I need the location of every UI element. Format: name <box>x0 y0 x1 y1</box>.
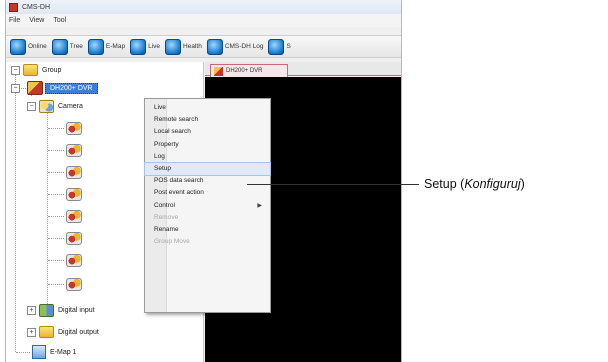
tree-node-camera[interactable] <box>66 142 82 158</box>
menu-item-log[interactable]: Log <box>145 151 270 163</box>
expand-digital-input-toggle[interactable]: + <box>27 306 36 315</box>
tree-branch <box>48 128 64 129</box>
camera-icon <box>66 187 82 201</box>
callout-leader-line <box>247 184 407 185</box>
menu-item-pos-data-search[interactable]: POS data search <box>145 175 270 187</box>
log-icon <box>206 38 223 55</box>
menu-item-group-move: Group Move <box>154 238 190 246</box>
tree-node-camera[interactable] <box>66 120 82 136</box>
tree-node-dvr-label: DH200+ DVR <box>45 82 98 94</box>
callout-leader-tick <box>407 184 419 185</box>
camera-icon <box>66 121 82 135</box>
emap-icon <box>87 38 104 55</box>
tree-node-digital-output[interactable]: Digital output <box>39 324 99 340</box>
tree-branch <box>48 260 64 261</box>
tree-node-camera[interactable] <box>66 208 82 224</box>
menu-item-local-search[interactable]: Local search <box>145 126 270 138</box>
expand-digital-output-toggle[interactable]: + <box>27 328 36 337</box>
tree-node-group[interactable]: Group <box>23 62 61 78</box>
tree-branch <box>48 284 64 285</box>
camera-group-icon <box>39 99 54 113</box>
camera-icon <box>66 253 82 267</box>
dvr-icon <box>214 66 223 76</box>
view-tab-bar: DH200+ DVR <box>205 62 401 77</box>
tree-branch <box>48 150 64 151</box>
title-bar: CMS-DH <box>6 0 401 14</box>
camera-icon <box>66 277 82 291</box>
menu-item-control-label: Control <box>154 201 175 209</box>
menu-item-rename[interactable]: Rename <box>145 224 270 236</box>
health-button[interactable]: Health <box>165 38 202 56</box>
window-title: CMS-DH <box>22 3 50 11</box>
emap-button[interactable]: E-Map <box>87 38 125 56</box>
health-icon <box>165 38 182 55</box>
tree-node-camera[interactable] <box>66 252 82 268</box>
folder-icon <box>23 64 38 76</box>
live-icon <box>130 38 147 55</box>
live-button[interactable]: Live <box>130 38 160 56</box>
menu-item-setup[interactable]: Setup <box>144 161 271 177</box>
search-icon <box>268 38 285 55</box>
submenu-arrow-icon: ▶ <box>257 202 262 209</box>
camera-icon <box>66 231 82 245</box>
digital-output-icon <box>39 326 54 338</box>
tree-node-emap[interactable]: E-Map 1 <box>32 344 76 360</box>
tree-node-camera[interactable] <box>66 164 82 180</box>
expand-cameras-toggle[interactable]: − <box>27 102 36 111</box>
tree-icon <box>51 38 68 55</box>
tree-node-digital-input[interactable]: Digital input <box>39 302 95 318</box>
digital-input-icon <box>39 303 54 317</box>
tree-branch <box>48 194 64 195</box>
menu-item-live[interactable]: Live <box>145 102 270 114</box>
tree-guide-root <box>15 70 16 352</box>
tree-branch <box>48 216 64 217</box>
menu-file[interactable]: File <box>9 17 20 24</box>
dvr-icon <box>27 81 43 95</box>
menu-item-post-event-action[interactable]: Post event action <box>145 187 270 199</box>
context-menu: Live Remote search Local search Property… <box>144 98 271 313</box>
toolbar: Online Tree E-Map Live Health CMS-DH Log… <box>6 35 401 58</box>
menu-tool[interactable]: Tool <box>53 17 66 24</box>
online-icon <box>10 38 26 55</box>
expand-dvr-toggle[interactable]: − <box>11 84 20 93</box>
menu-item-remote-search[interactable]: Remote search <box>145 114 270 126</box>
tree-node-camera[interactable] <box>66 230 82 246</box>
tree-node-camera[interactable] <box>66 276 82 292</box>
expand-root-toggle[interactable]: − <box>11 66 20 75</box>
tree-branch <box>16 352 30 353</box>
search-button[interactable]: S <box>268 38 291 56</box>
menu-bar: File View Tool <box>6 14 401 27</box>
tab-dvr[interactable]: DH200+ DVR <box>210 64 288 77</box>
tree-guide-cameras <box>47 106 48 306</box>
log-button[interactable]: CMS-DH Log <box>206 38 263 56</box>
camera-icon <box>66 143 82 157</box>
callout-label: Setup (Konfiguruj) <box>424 177 525 191</box>
app-logo-icon <box>9 2 18 12</box>
tree-branch <box>48 172 64 173</box>
menu-item-property[interactable]: Property <box>145 139 270 151</box>
map-icon <box>32 345 46 359</box>
tree-node-dvr[interactable]: DH200+ DVR <box>27 80 98 96</box>
online-button[interactable]: Online <box>10 38 47 56</box>
menu-item-control[interactable]: Control ▶ <box>145 200 270 212</box>
tree-node-cameras[interactable]: Camera <box>39 98 83 114</box>
menu-item-remove: Remove <box>154 213 179 221</box>
tree-branch <box>48 238 64 239</box>
camera-icon <box>66 165 82 179</box>
tree-button[interactable]: Tree <box>51 38 83 56</box>
camera-icon <box>66 209 82 223</box>
menu-view[interactable]: View <box>29 17 44 24</box>
tree-node-camera[interactable] <box>66 186 82 202</box>
